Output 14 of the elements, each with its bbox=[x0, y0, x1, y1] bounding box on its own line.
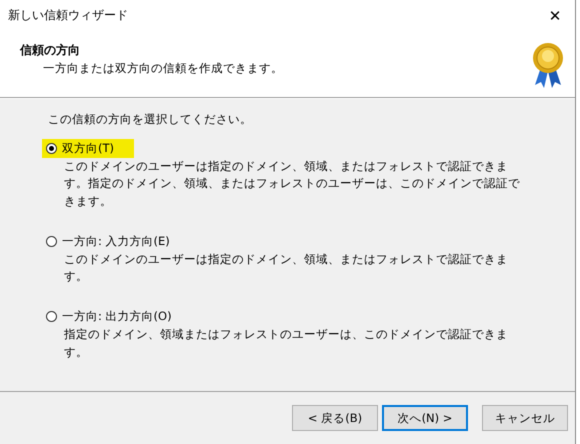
wizard-button[interactable]: < 戻る(B) bbox=[292, 405, 378, 431]
radio-option[interactable]: 一方向: 入力方向(E) bbox=[42, 232, 190, 251]
close-button[interactable]: ✕ bbox=[535, 0, 575, 30]
instruction-text: この信頼の方向を選択してください。 bbox=[48, 112, 253, 127]
option-description: このドメインのユーザーは指定のドメイン、領域、またはフォレストで認証できます。指定のドメイン、領域、またはフォレストのユーザーは、このドメインで認証できます。 bbox=[64, 158, 521, 210]
page-title: 信頼の方向 bbox=[20, 42, 81, 59]
wizard-button[interactable]: 次へ(N) > bbox=[382, 405, 468, 431]
page-subtitle: 一方向または双方向の信頼を作成できます。 bbox=[43, 61, 283, 76]
option-description: このドメインのユーザーは指定のドメイン、領域、またはフォレストで認証できます。 bbox=[64, 250, 509, 285]
window-title: 新しい信頼ウィザード bbox=[8, 7, 128, 24]
option-description: 指定のドメイン、領域またはフォレストのユーザーは、このドメインで認証できます。 bbox=[64, 326, 509, 360]
wizard-button[interactable]: キャンセル bbox=[482, 405, 568, 431]
radio-option[interactable]: 一方向: 出力方向(O) bbox=[42, 307, 192, 326]
radio-option[interactable]: 双方向(T) bbox=[42, 139, 134, 158]
